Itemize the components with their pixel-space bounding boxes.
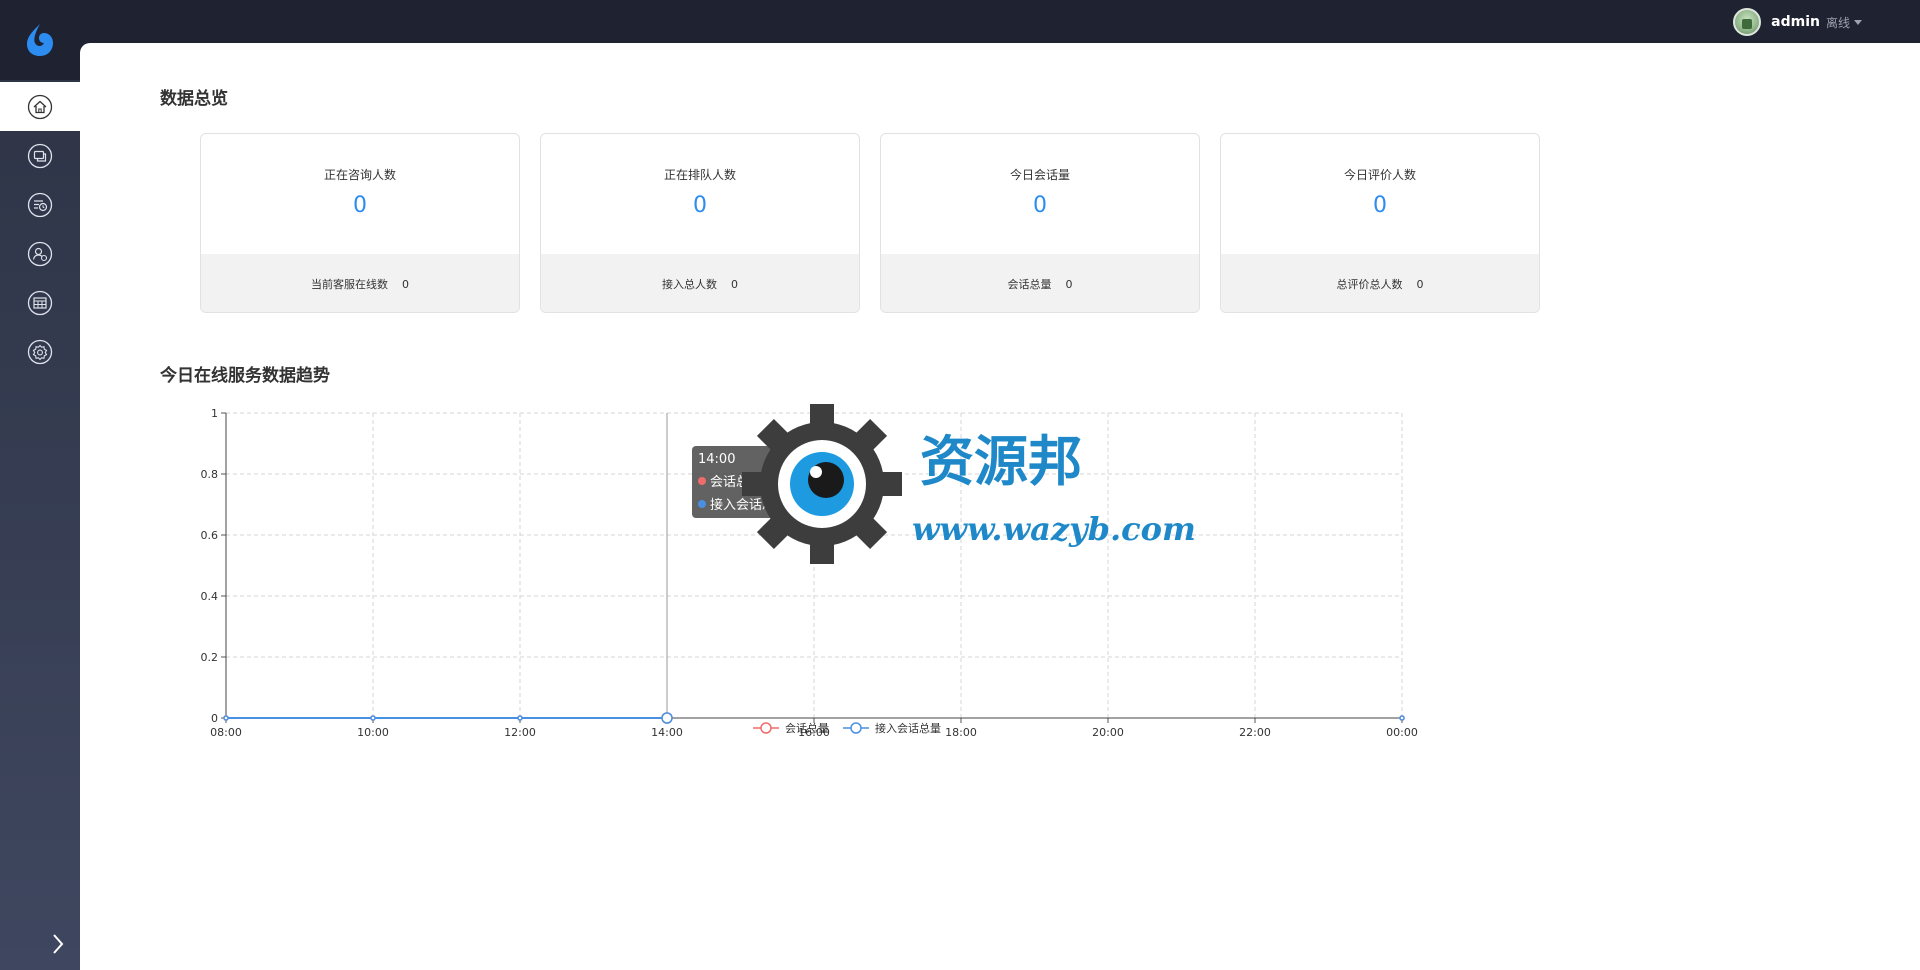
data-point	[223, 715, 229, 721]
watermark-url: www.wazyb.com	[912, 510, 1196, 548]
data-point	[661, 712, 673, 724]
chart-legend: 会话总量 接入会话总量	[753, 720, 941, 736]
gear-eye-icon: 资源邦 www.wazyb.com	[742, 404, 1196, 564]
x-tick-label: 10:00	[357, 726, 389, 739]
legend-item[interactable]: 会话总量	[753, 720, 829, 736]
series-dot	[698, 476, 706, 485]
watermark-title: 资源邦	[920, 429, 1082, 493]
x-tick-label: 18:00	[945, 726, 977, 739]
x-tick-label: 22:00	[1239, 726, 1271, 739]
x-tick-label: 08:00	[210, 726, 242, 739]
x-tick-label: 00:00	[1386, 726, 1418, 739]
legend-item[interactable]: 接入会话总量	[843, 720, 941, 736]
x-tick-label: 20:00	[1092, 726, 1124, 739]
x-tick-label: 14:00	[651, 726, 683, 739]
y-tick-label: 0.2	[201, 651, 219, 664]
y-tick-label: 0	[211, 712, 218, 725]
legend-marker-icon	[753, 722, 779, 734]
watermark: 资源邦 www.wazyb.com	[740, 404, 1200, 564]
y-tick-label: 0.4	[201, 590, 219, 603]
data-point	[370, 715, 376, 721]
legend-marker-icon	[843, 722, 869, 734]
y-tick-label: 0.8	[201, 468, 219, 481]
x-tick-label: 12:00	[504, 726, 536, 739]
data-point	[1399, 715, 1405, 721]
series-dot	[698, 499, 706, 508]
y-tick-label: 1	[211, 407, 218, 420]
legend-label: 会话总量	[785, 722, 829, 735]
legend-label: 接入会话总量	[875, 722, 941, 735]
data-point	[517, 715, 523, 721]
y-tick-label: 0.6	[201, 529, 219, 542]
